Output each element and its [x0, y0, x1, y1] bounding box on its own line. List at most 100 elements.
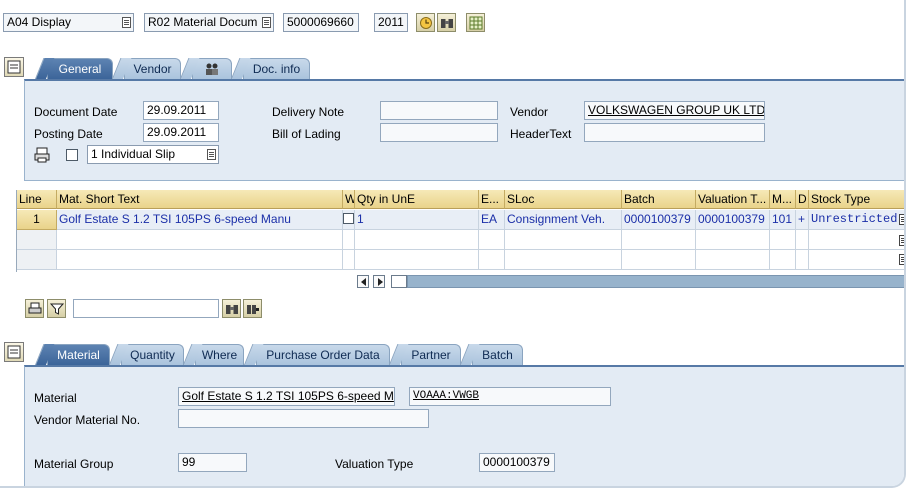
- cell-movement[interactable]: 101: [770, 210, 796, 230]
- filter-icon[interactable]: [47, 299, 66, 318]
- column-header-qty[interactable]: Qty in UnE: [355, 190, 479, 209]
- people-icon: [206, 63, 218, 75]
- items-table: Line Mat. Short Text W Qty in UnE E... S…: [16, 190, 904, 272]
- printer-icon[interactable]: [34, 147, 50, 163]
- column-header-stock-type[interactable]: Stock Type: [809, 190, 904, 209]
- bill-of-lading-field[interactable]: [380, 123, 498, 142]
- tab-partner-icon[interactable]: [192, 58, 232, 80]
- empty-cell[interactable]: [355, 250, 479, 270]
- cell-batch[interactable]: 0000100379: [622, 210, 696, 230]
- header-text-field[interactable]: [584, 123, 765, 142]
- material-label: Material: [34, 391, 77, 405]
- column-header-line[interactable]: Line: [17, 190, 57, 209]
- material-text-field[interactable]: Golf Estate S 1.2 TSI 105PS 6-speed M: [178, 387, 395, 406]
- print-checkbox[interactable]: [66, 149, 78, 161]
- empty-cell[interactable]: [355, 230, 479, 250]
- empty-cell[interactable]: [57, 230, 343, 250]
- empty-cell[interactable]: [479, 230, 505, 250]
- column-header-unit[interactable]: E...: [479, 190, 505, 209]
- column-header-valuation-type[interactable]: Valuation T...: [696, 190, 770, 209]
- material-group-field[interactable]: 99: [178, 453, 247, 472]
- vendor-field[interactable]: VOLKSWAGEN GROUP UK LTD: [584, 101, 765, 120]
- material-panel: [24, 365, 904, 486]
- dropdown-icon[interactable]: [899, 254, 904, 265]
- tab-partner[interactable]: Partner: [401, 344, 461, 366]
- empty-cell[interactable]: [696, 230, 770, 250]
- tab-purchase-order-data[interactable]: Purchase Order Data: [256, 344, 390, 366]
- scroll-left-button[interactable]: [357, 275, 369, 288]
- cell-sloc[interactable]: Consignment Veh.: [505, 210, 622, 230]
- find-next-icon[interactable]: [243, 299, 262, 318]
- tab-doc-info[interactable]: Doc. info: [243, 58, 310, 80]
- cell-valuation-type[interactable]: 0000100379: [696, 210, 770, 230]
- tab-vendor[interactable]: Vendor: [124, 58, 181, 80]
- tab-batch[interactable]: Batch: [472, 344, 523, 366]
- row-number[interactable]: [17, 230, 57, 250]
- empty-cell[interactable]: [343, 250, 355, 270]
- cell-mat-short-text[interactable]: Golf Estate S 1.2 TSI 105PS 6-speed Manu: [57, 210, 343, 230]
- dropdown-icon[interactable]: [899, 235, 904, 246]
- scroll-thumb[interactable]: [391, 275, 407, 288]
- find-icon[interactable]: [222, 299, 241, 318]
- year-field[interactable]: 2011: [374, 13, 408, 32]
- empty-cell[interactable]: [343, 230, 355, 250]
- column-header-sloc[interactable]: SLoc: [505, 190, 622, 209]
- column-header-w[interactable]: W: [343, 190, 355, 209]
- cell-debit[interactable]: +: [796, 210, 809, 230]
- cell-unit[interactable]: EA: [479, 210, 505, 230]
- column-header-mat-short-text[interactable]: Mat. Short Text: [57, 190, 343, 209]
- scroll-right-button[interactable]: [373, 275, 385, 288]
- cell-w[interactable]: [343, 210, 355, 230]
- clock-icon[interactable]: [416, 13, 435, 32]
- tab-where[interactable]: Where: [195, 344, 244, 366]
- w-checkbox[interactable]: [343, 213, 354, 224]
- empty-cell[interactable]: [622, 230, 696, 250]
- action-select[interactable]: A04 Display: [3, 13, 134, 32]
- empty-cell[interactable]: [505, 230, 622, 250]
- empty-cell[interactable]: [796, 230, 809, 250]
- empty-cell[interactable]: [796, 250, 809, 270]
- table-view-icon[interactable]: [466, 13, 485, 32]
- posting-date-field[interactable]: 29.09.2011: [143, 123, 219, 142]
- tab-general[interactable]: General: [47, 58, 113, 80]
- row-number[interactable]: 1: [17, 210, 57, 230]
- document-date-field[interactable]: 29.09.2011: [143, 101, 219, 120]
- print-list-icon[interactable]: [25, 299, 44, 318]
- empty-cell[interactable]: [479, 250, 505, 270]
- empty-cell[interactable]: [622, 250, 696, 270]
- cell-stock-type[interactable]: Unrestricted: [809, 210, 904, 230]
- slip-option-select[interactable]: 1 Individual Slip: [87, 145, 219, 164]
- horizontal-scrollbar-track[interactable]: [407, 275, 904, 288]
- empty-cell[interactable]: [696, 250, 770, 270]
- dropdown-icon[interactable]: [262, 17, 271, 28]
- empty-cell[interactable]: [57, 250, 343, 270]
- tab-material[interactable]: Material: [47, 344, 110, 366]
- column-header-movement[interactable]: M...: [770, 190, 796, 209]
- header-text-label: HeaderText: [510, 127, 572, 141]
- vendor-material-no-field[interactable]: [178, 409, 429, 428]
- tab-quantity[interactable]: Quantity: [121, 344, 184, 366]
- bill-of-lading-label: Bill of Lading: [272, 127, 341, 141]
- row-number[interactable]: [17, 250, 57, 270]
- empty-cell[interactable]: [809, 250, 904, 270]
- material-code-field[interactable]: VOAAA:VWGB: [409, 387, 611, 406]
- valuation-type-field[interactable]: 0000100379: [479, 453, 555, 472]
- delivery-note-label: Delivery Note: [272, 105, 345, 119]
- dropdown-icon[interactable]: [122, 17, 131, 28]
- dropdown-icon[interactable]: [899, 214, 904, 225]
- empty-cell[interactable]: [505, 250, 622, 270]
- cell-qty[interactable]: 1: [355, 210, 479, 230]
- empty-cell[interactable]: [770, 250, 796, 270]
- document-number-field[interactable]: 5000069660: [283, 13, 359, 32]
- empty-cell[interactable]: [809, 230, 904, 250]
- empty-cell[interactable]: [770, 230, 796, 250]
- valuation-type-label: Valuation Type: [335, 457, 414, 471]
- column-header-debit[interactable]: D: [796, 190, 809, 209]
- document-type-select[interactable]: R02 Material Docum: [144, 13, 274, 32]
- action-select-value: A04 Display: [7, 15, 72, 29]
- delivery-note-field[interactable]: [380, 101, 498, 120]
- dropdown-icon[interactable]: [207, 149, 216, 160]
- binoculars-icon[interactable]: [437, 13, 456, 32]
- search-input[interactable]: [73, 299, 219, 318]
- column-header-batch[interactable]: Batch: [622, 190, 696, 209]
